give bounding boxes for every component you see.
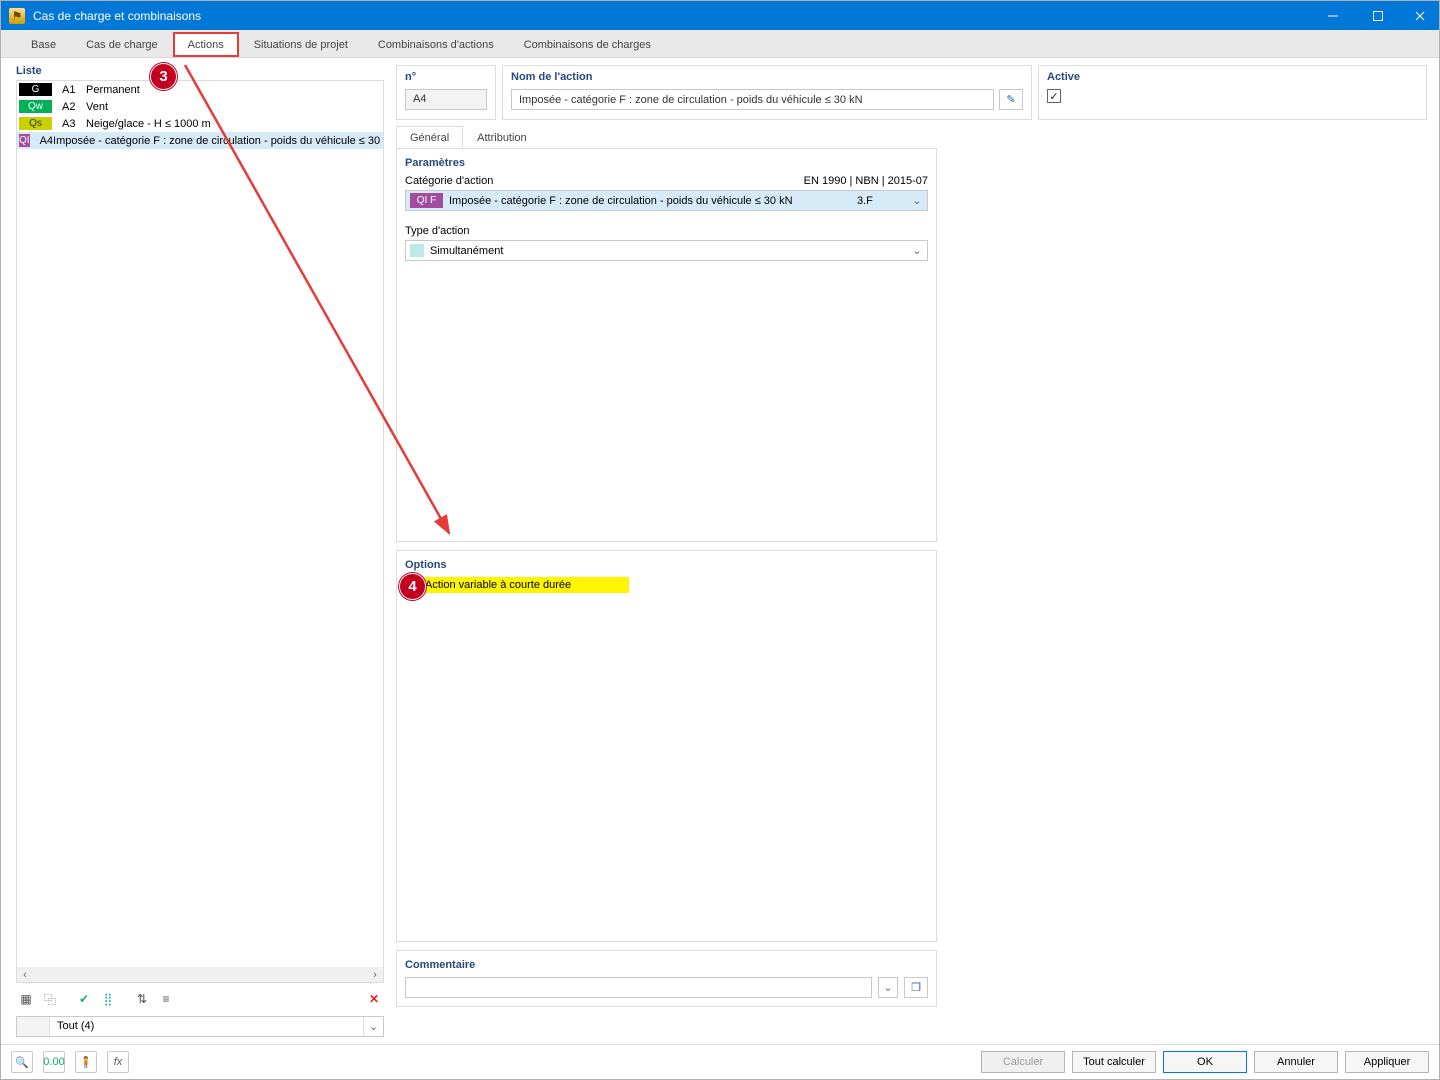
- parameters-header: Paramètres: [405, 157, 928, 169]
- tab-combi-charges[interactable]: Combinaisons de charges: [509, 32, 666, 57]
- list-label: Imposée - catégorie F : zone de circulat…: [53, 135, 384, 147]
- minimize-button[interactable]: [1310, 1, 1355, 30]
- ok-button[interactable]: OK: [1163, 1051, 1247, 1073]
- parameters-section: Paramètres Catégorie d'action EN 1990 | …: [396, 149, 937, 542]
- list-item[interactable]: Qw A2 Vent: [17, 98, 383, 115]
- num-box: n° A4: [396, 65, 496, 120]
- type-value: Simultanément: [430, 245, 907, 257]
- chevron-down-icon[interactable]: ⌄: [363, 1017, 383, 1036]
- titlebar: ⚑ Cas de charge et combinaisons: [1, 1, 1439, 30]
- close-button[interactable]: [1400, 1, 1439, 30]
- scroll-right-icon[interactable]: ›: [367, 967, 383, 982]
- list-item[interactable]: Qs A3 Neige/glace - H ≤ 1000 m: [17, 115, 383, 132]
- type-label: Type d'action: [405, 225, 928, 237]
- cancel-button[interactable]: Annuler: [1254, 1051, 1338, 1073]
- list-code: A1: [62, 84, 86, 96]
- action-list[interactable]: G A1 Permanent Qw A2 Vent Qs A3 Neige/gl…: [16, 80, 384, 983]
- chevron-down-icon[interactable]: ⌄: [907, 194, 927, 207]
- options-header: Options: [405, 559, 928, 571]
- sort-icon[interactable]: ≡: [156, 989, 176, 1009]
- list-code: A2: [62, 101, 86, 113]
- tab-combi-actions[interactable]: Combinaisons d'actions: [363, 32, 509, 57]
- comment-header: Commentaire: [405, 959, 928, 971]
- active-checkbox[interactable]: [1047, 89, 1061, 103]
- footer-bar: 🔍 0.00 🧍 fx Calculer Tout calculer OK An…: [1, 1044, 1439, 1079]
- category-label: Catégorie d'action: [405, 175, 493, 187]
- type-dropdown[interactable]: Simultanément ⌄: [405, 240, 928, 261]
- list-label: Permanent: [86, 84, 140, 96]
- num-field: A4: [405, 89, 487, 110]
- category-badge: G: [19, 83, 52, 96]
- category-badge: QI F: [19, 134, 30, 147]
- comment-more-button[interactable]: ❐: [904, 977, 928, 998]
- list-label: Neige/glace - H ≤ 1000 m: [86, 118, 211, 130]
- short-duration-label: Action variable à courte durée: [425, 579, 571, 591]
- subtab-attribution[interactable]: Attribution: [463, 126, 541, 148]
- chevron-down-icon[interactable]: ⌄: [878, 977, 898, 998]
- active-box: Active: [1038, 65, 1427, 120]
- apply-button[interactable]: Appliquer: [1345, 1051, 1429, 1073]
- tree-icon[interactable]: 🧍: [75, 1051, 97, 1073]
- app-icon: ⚑: [9, 8, 25, 24]
- calculate-button: Calculer: [981, 1051, 1065, 1073]
- category-badge: Qw: [19, 100, 52, 113]
- category-badge: QI F: [410, 193, 443, 208]
- main-tabstrip: Base Cas de charge Actions Situations de…: [1, 30, 1439, 58]
- category-extra: 3.F: [857, 195, 907, 207]
- check-multi-icon[interactable]: ⣿: [98, 989, 118, 1009]
- list-toolbar: ▦ ⿻ ✔ ⣿ ⇅ ≡ ✕: [16, 988, 384, 1010]
- list-label: Vent: [86, 101, 108, 113]
- copy-button[interactable]: ⿻: [40, 989, 60, 1009]
- comment-section: Commentaire ⌄ ❐: [396, 950, 937, 1007]
- num-label: n°: [405, 66, 487, 89]
- list-item[interactable]: QI F A4 Imposée - catégorie F : zone de …: [17, 132, 383, 149]
- name-box: Nom de l'action ✎: [502, 65, 1032, 120]
- filter-dropdown[interactable]: Tout (4) ⌄: [16, 1016, 384, 1037]
- edit-name-button[interactable]: ✎: [999, 89, 1023, 110]
- tab-cas-de-charge[interactable]: Cas de charge: [71, 32, 173, 57]
- delete-button[interactable]: ✕: [364, 989, 384, 1009]
- comment-field[interactable]: [405, 977, 872, 998]
- active-label: Active: [1047, 66, 1418, 89]
- filter-swatch: [17, 1017, 50, 1036]
- list-code: A3: [62, 118, 86, 130]
- list-item[interactable]: G A1 Permanent: [17, 81, 383, 98]
- function-icon[interactable]: fx: [107, 1051, 129, 1073]
- check-green-icon[interactable]: ✔: [74, 989, 94, 1009]
- scroll-left-icon[interactable]: ‹: [17, 967, 33, 982]
- filter-value: Tout (4): [50, 1017, 363, 1036]
- detail-tabstrip: Général Attribution: [396, 126, 937, 149]
- maximize-button[interactable]: [1355, 1, 1400, 30]
- tab-actions[interactable]: Actions: [173, 32, 239, 57]
- window-title: Cas de charge et combinaisons: [33, 9, 1310, 23]
- category-value: Imposée - catégorie F : zone de circulat…: [449, 195, 857, 207]
- options-section: Options Action variable à courte durée: [396, 550, 937, 942]
- category-dropdown[interactable]: QI F Imposée - catégorie F : zone de cir…: [405, 190, 928, 211]
- tab-base[interactable]: Base: [16, 32, 71, 57]
- units-icon[interactable]: 0.00: [43, 1051, 65, 1073]
- name-field[interactable]: [511, 89, 994, 110]
- subtab-general[interactable]: Général: [396, 126, 463, 148]
- name-label: Nom de l'action: [511, 66, 1023, 89]
- horizontal-scrollbar[interactable]: ‹ ›: [17, 967, 383, 982]
- new-button[interactable]: ▦: [16, 989, 36, 1009]
- list-code: A4: [40, 135, 53, 147]
- chevron-down-icon[interactable]: ⌄: [907, 244, 927, 257]
- reorder-icon[interactable]: ⇅: [132, 989, 152, 1009]
- type-swatch-icon: [410, 244, 424, 257]
- category-badge: Qs: [19, 117, 52, 130]
- search-icon[interactable]: 🔍: [11, 1051, 33, 1073]
- tab-situations[interactable]: Situations de projet: [239, 32, 363, 57]
- standard-label: EN 1990 | NBN | 2015-07: [804, 175, 928, 187]
- short-duration-checkbox[interactable]: [406, 578, 420, 592]
- list-header: Liste: [16, 65, 384, 77]
- calculate-all-button[interactable]: Tout calculer: [1072, 1051, 1156, 1073]
